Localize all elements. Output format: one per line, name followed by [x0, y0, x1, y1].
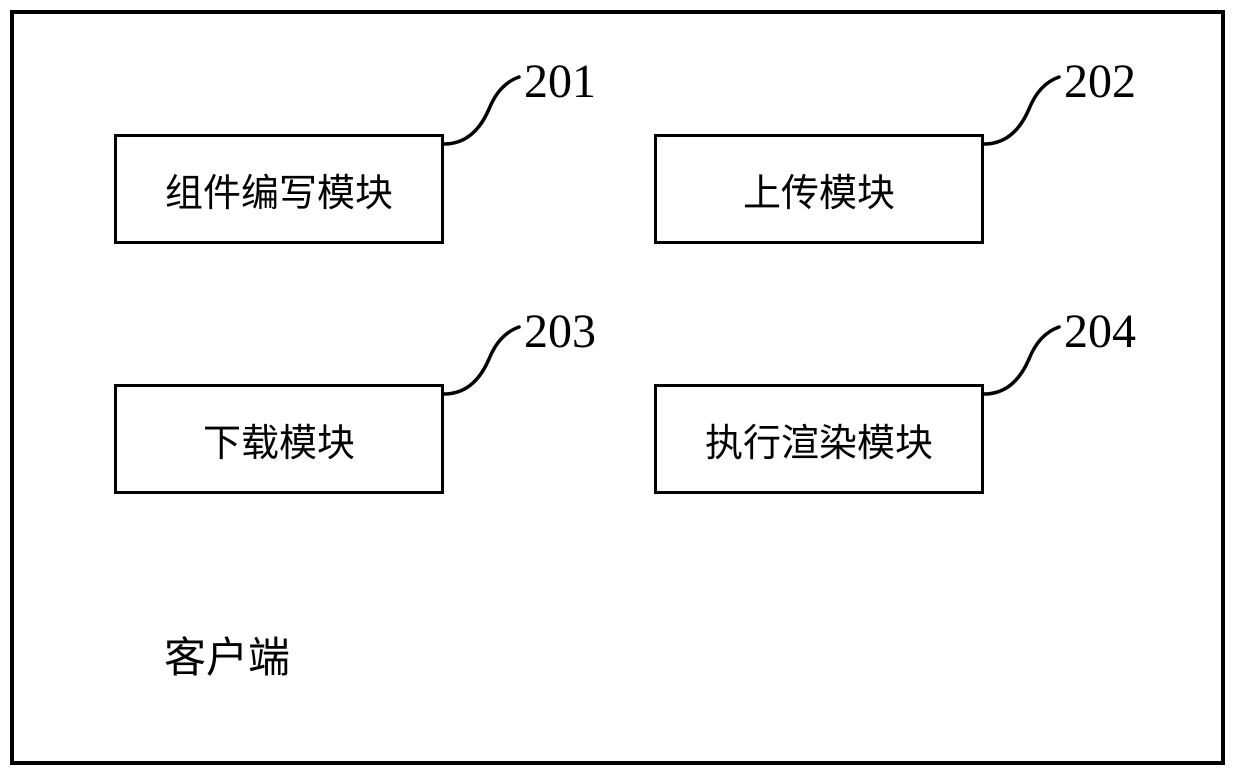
leader-203 [434, 319, 524, 399]
box-201-label: 组件编写模块 [165, 162, 393, 217]
box-component-writing-module: 组件编写模块 [114, 134, 444, 244]
box-upload-module: 上传模块 [654, 134, 984, 244]
leader-204 [974, 319, 1064, 399]
box-202-label: 上传模块 [743, 162, 895, 217]
client-container: 组件编写模块 201 上传模块 202 下载模块 203 执行渲染模块 204 … [10, 10, 1225, 765]
box-download-module: 下载模块 [114, 384, 444, 494]
leader-202 [974, 69, 1064, 149]
box-204-label: 执行渲染模块 [705, 412, 933, 467]
num-202: 202 [1064, 54, 1136, 109]
num-201: 201 [524, 54, 596, 109]
box-execute-render-module: 执行渲染模块 [654, 384, 984, 494]
num-203: 203 [524, 304, 596, 359]
box-203-label: 下载模块 [203, 412, 355, 467]
footer-client-label: 客户端 [164, 624, 290, 685]
num-204: 204 [1064, 304, 1136, 359]
leader-201 [434, 69, 524, 149]
